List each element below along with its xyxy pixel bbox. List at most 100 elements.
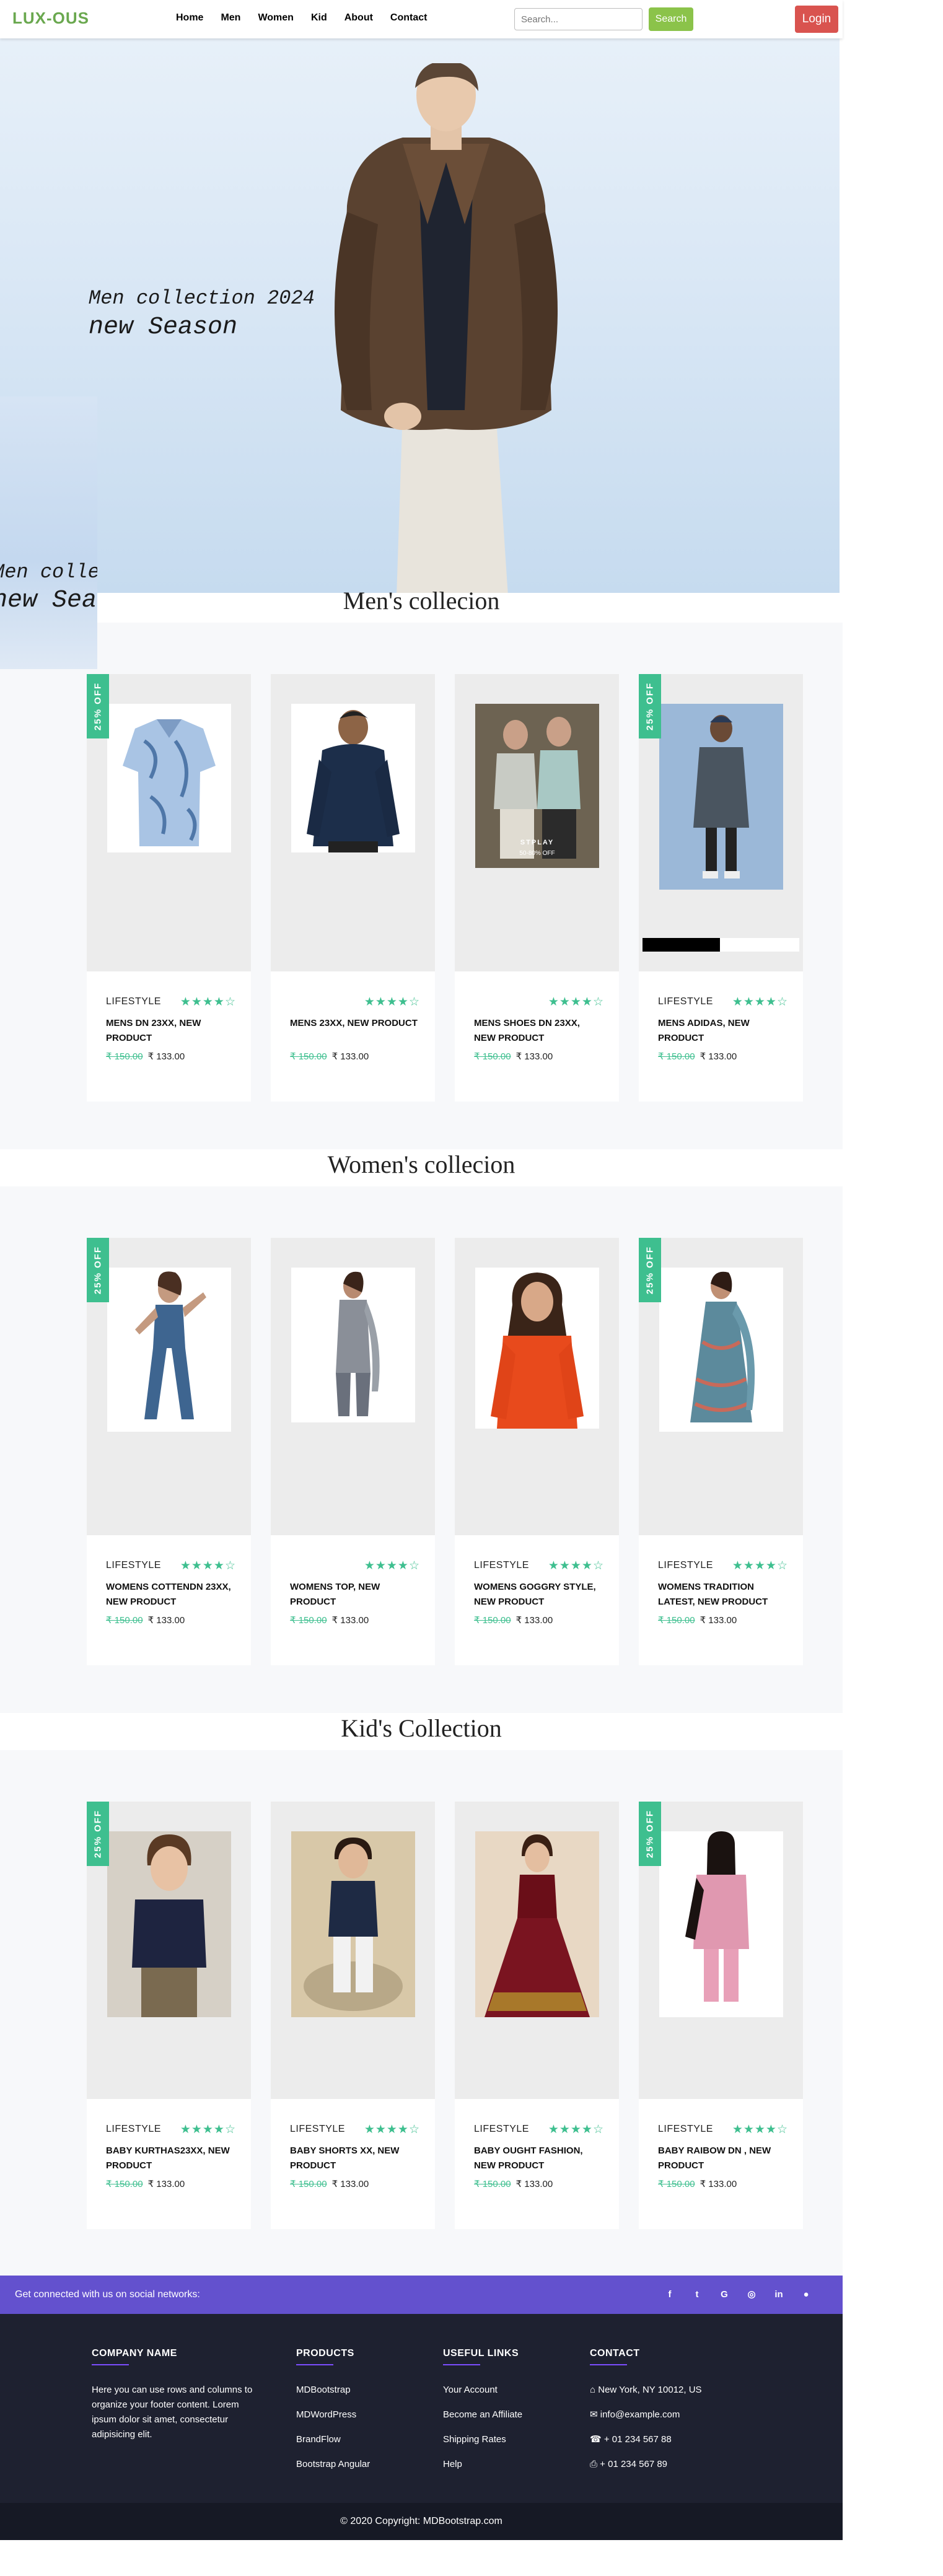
discount-ribbon: 25% OFF — [87, 1238, 109, 1302]
navbar: LUX-OUS Home Men Women Kid About Contact… — [0, 0, 843, 38]
product-card-women-2[interactable]: ★★★★☆ WOMENS TOP, NEW PRODUCT ₹ 150.00 ₹ … — [271, 1238, 435, 1665]
product-name[interactable]: MENS SHOES DN 23XX, NEW PRODUCT — [474, 1016, 604, 1046]
product-name[interactable]: MENS 23XX, NEW PRODUCT — [290, 1016, 420, 1046]
rating-stars: ★★★★☆ — [180, 2123, 236, 2136]
footer-link[interactable]: Help — [443, 2457, 522, 2472]
product-name[interactable]: BABY KURTHAS23XX, NEW PRODUCT — [106, 2144, 236, 2173]
product-image[interactable] — [659, 1268, 783, 1432]
card-image-area — [455, 1802, 619, 2099]
product-category: LIFESTYLE — [106, 2124, 161, 2134]
footer-link[interactable]: Bootstrap Angular — [296, 2457, 370, 2472]
nav-women[interactable]: Women — [249, 12, 302, 24]
contact-phone: ☎ + 01 234 567 88 — [590, 2434, 672, 2445]
product-card-men-1[interactable]: 25% OFF LIFESTYLE ★★★★☆ MENS DN 23XX, NEW… — [87, 674, 251, 1102]
search-button[interactable]: Search — [649, 7, 693, 31]
footer-company-heading: COMPANY NAME — [92, 2348, 177, 2359]
footer-link[interactable]: BrandFlow — [296, 2432, 370, 2447]
price: ₹ 133.00 — [147, 1615, 185, 1626]
image-overlay-bar-light — [720, 938, 799, 952]
rating-stars: ★★★★☆ — [180, 1559, 236, 1572]
nav-home[interactable]: Home — [167, 12, 212, 24]
footer-link[interactable]: Shipping Rates — [443, 2432, 522, 2447]
product-card-kids-1[interactable]: 25% OFF LIFESTYLE ★★★★☆ BABY KURTHAS23XX,… — [87, 1802, 251, 2229]
product-image[interactable] — [291, 704, 415, 852]
rating-stars: ★★★★☆ — [180, 996, 236, 1009]
nav-kid[interactable]: Kid — [302, 12, 336, 24]
price: ₹ 133.00 — [515, 1051, 553, 1062]
old-price: ₹ 150.00 — [658, 1615, 695, 1626]
footer-divider — [443, 2364, 480, 2365]
nav-contact[interactable]: Contact — [382, 12, 436, 24]
image-caption: STPLAY — [520, 839, 555, 846]
product-card-kids-3[interactable]: LIFESTYLE ★★★★☆ BABY OUGHT FASHION, NEW P… — [455, 1802, 619, 2229]
product-name[interactable]: WOMENS TRADITION LATEST, NEW PRODUCT — [658, 1580, 788, 1610]
footer-useful-links: USEFUL LINKS Your Account Become an Affi… — [443, 2348, 522, 2482]
product-name[interactable]: BABY OUGHT FASHION, NEW PRODUCT — [474, 2144, 604, 2173]
card-image-area: 25% OFF — [87, 674, 251, 971]
nav-about[interactable]: About — [336, 12, 382, 24]
rating-stars: ★★★★☆ — [732, 2123, 788, 2136]
product-card-men-2[interactable]: ★★★★☆ MENS 23XX, NEW PRODUCT ₹ 150.00 ₹ 1… — [271, 674, 435, 1102]
product-name[interactable]: WOMENS GOGGRY STYLE, NEW PRODUCT — [474, 1580, 604, 1610]
product-image[interactable] — [291, 1831, 415, 2017]
product-card-women-3[interactable]: LIFESTYLE ★★★★☆ WOMENS GOGGRY STYLE, NEW … — [455, 1238, 619, 1665]
instagram-icon[interactable]: ◎ — [745, 2288, 758, 2302]
twitter-icon[interactable]: t — [690, 2288, 704, 2302]
product-image[interactable] — [475, 1268, 599, 1429]
linkedin-icon[interactable]: in — [772, 2288, 786, 2302]
product-image[interactable] — [659, 1831, 783, 2017]
social-icons: f t G ◎ in ● — [663, 2288, 813, 2302]
price: ₹ 133.00 — [515, 1615, 553, 1626]
footer-link[interactable]: MDWordPress — [296, 2407, 370, 2422]
product-name[interactable]: MENS DN 23XX, NEW PRODUCT — [106, 1016, 236, 1046]
product-card-kids-2[interactable]: LIFESTYLE ★★★★☆ BABY SHORTS XX, NEW PRODU… — [271, 1802, 435, 2229]
product-image[interactable] — [475, 1831, 599, 2017]
product-card-men-3[interactable]: STPLAY 50-80% OFF ★★★★☆ MENS SHOES DN 23… — [455, 674, 619, 1102]
product-image[interactable] — [107, 1268, 231, 1432]
login-button[interactable]: Login — [795, 6, 838, 33]
product-category: LIFESTYLE — [106, 1560, 161, 1571]
product-card-kids-4[interactable]: 25% OFF LIFESTYLE ★★★★☆ BABY RAIBOW DN , … — [639, 1802, 803, 2229]
hero-subheading: new Season — [89, 313, 238, 341]
old-price: ₹ 150.00 — [290, 2179, 327, 2189]
product-card-men-4[interactable]: 25% OFF LIFESTYLE ★★★★☆ MENS ADIDAS, NEW … — [639, 674, 803, 1102]
contact-email: ✉ info@example.com — [590, 2409, 680, 2420]
footer-divider — [296, 2364, 333, 2365]
old-price: ₹ 150.00 — [658, 1051, 695, 1062]
product-name[interactable]: BABY RAIBOW DN , NEW PRODUCT — [658, 2144, 788, 2173]
product-name[interactable]: WOMENS COTTENDN 23XX, NEW PRODUCT — [106, 1580, 236, 1610]
product-name[interactable]: WOMENS TOP, NEW PRODUCT — [290, 1580, 420, 1610]
hero-heading: Men collection 2024 — [89, 287, 315, 310]
social-text: Get connected with us on social networks… — [15, 2289, 200, 2300]
product-image[interactable] — [107, 704, 231, 852]
product-image[interactable] — [659, 704, 783, 890]
footer-company-text: Here you can use rows and columns to org… — [92, 2385, 253, 2440]
product-image[interactable] — [291, 1268, 415, 1422]
github-icon[interactable]: ● — [799, 2288, 813, 2302]
card-image-area: 25% OFF — [639, 674, 803, 971]
product-card-women-1[interactable]: 25% OFF LIFESTYLE ★★★★☆ WOMENS COTTENDN 2… — [87, 1238, 251, 1665]
footer-contact: CONTACT ⌂ New York, NY 10012, US ✉ info@… — [590, 2348, 702, 2482]
google-icon[interactable]: G — [717, 2288, 731, 2302]
men-section-title: Men's collecion — [343, 587, 500, 615]
old-price: ₹ 150.00 — [290, 1051, 327, 1062]
price: ₹ 133.00 — [700, 1051, 737, 1062]
brand-logo[interactable]: LUX-OUS — [12, 9, 89, 28]
search-input[interactable] — [514, 8, 643, 30]
product-card-women-4[interactable]: 25% OFF LIFESTYLE ★★★★☆ WOMENS TRADITION … — [639, 1238, 803, 1665]
nav-men[interactable]: Men — [212, 12, 249, 24]
footer-link[interactable]: Your Account — [443, 2383, 522, 2398]
hero-banner: Men collection 2024 new Season — [0, 38, 840, 593]
product-category: LIFESTYLE — [658, 1560, 713, 1571]
product-image[interactable]: STPLAY 50-80% OFF — [475, 704, 599, 868]
facebook-icon[interactable]: f — [663, 2288, 677, 2302]
footer-link[interactable]: Become an Affiliate — [443, 2407, 522, 2422]
discount-ribbon: 25% OFF — [639, 674, 661, 738]
price: ₹ 133.00 — [515, 2179, 553, 2189]
product-name[interactable]: MENS ADIDAS, NEW PRODUCT — [658, 1016, 788, 1046]
rating-stars: ★★★★☆ — [548, 1559, 604, 1572]
product-image[interactable] — [107, 1831, 231, 2017]
product-name[interactable]: BABY SHORTS XX, NEW PRODUCT — [290, 2144, 420, 2173]
footer-link[interactable]: MDBootstrap — [296, 2383, 370, 2398]
card-image-area — [271, 1802, 435, 2099]
